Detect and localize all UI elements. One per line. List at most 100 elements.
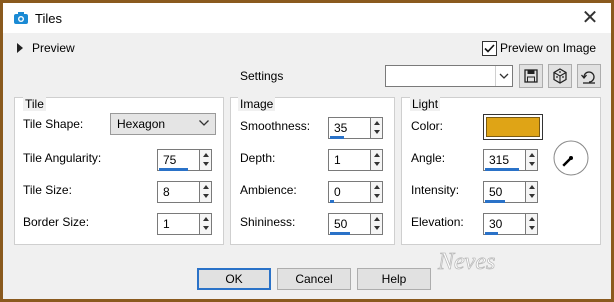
spin-up-icon[interactable] — [374, 217, 380, 221]
border-size-input[interactable]: 1 — [157, 213, 200, 235]
angle-arrows[interactable] — [525, 149, 538, 171]
tile-angularity-input[interactable]: 75 — [157, 149, 200, 171]
smoothness-fill — [330, 136, 344, 139]
spin-up-icon[interactable] — [203, 217, 209, 221]
spin-down-icon[interactable] — [374, 194, 380, 198]
spin-up-icon[interactable] — [374, 185, 380, 189]
border-size-spinner[interactable]: 1 — [157, 213, 212, 235]
tile-shape-dropdown[interactable]: Hexagon — [110, 113, 216, 135]
depth-value: 1 — [334, 153, 341, 167]
intensity-label: Intensity: — [411, 183, 460, 197]
elevation-arrows[interactable] — [525, 213, 538, 235]
reset-icon — [581, 71, 595, 84]
spin-up-icon[interactable] — [374, 121, 380, 125]
spin-down-icon[interactable] — [203, 194, 209, 198]
spin-down-icon[interactable] — [374, 226, 380, 230]
tile-angularity-label: Tile Angularity: — [23, 151, 102, 165]
spin-down-icon[interactable] — [529, 162, 535, 166]
tile-size-spinner[interactable]: 8 — [157, 181, 212, 203]
expand-triangle-icon — [17, 43, 23, 53]
camera-icon — [14, 12, 28, 24]
light-group-label: Light — [410, 97, 441, 111]
settings-label: Settings — [240, 69, 284, 83]
intensity-spinner[interactable]: 50 — [483, 181, 538, 203]
randomize-icon — [553, 68, 567, 84]
tile-angularity-arrows[interactable] — [199, 149, 212, 171]
ambience-input[interactable]: 0 — [328, 181, 371, 203]
preview-label: Preview — [32, 41, 75, 55]
save-preset-button[interactable] — [519, 64, 543, 88]
tile-shape-value: Hexagon — [117, 117, 166, 131]
shininess-spinner[interactable]: 50 — [328, 213, 383, 235]
chevron-down-icon — [199, 120, 209, 126]
shininess-arrows[interactable] — [370, 213, 383, 235]
ambience-value: 0 — [334, 185, 341, 199]
intensity-input[interactable]: 50 — [483, 181, 526, 203]
image-group-label: Image — [238, 97, 276, 111]
close-button[interactable]: ✕ — [571, 5, 609, 31]
title-bar: Tiles ✕ — [3, 3, 611, 33]
angle-fill — [485, 168, 520, 171]
close-icon: ✕ — [581, 7, 599, 29]
border-size-label: Border Size: — [23, 215, 90, 229]
spin-down-icon[interactable] — [374, 162, 380, 166]
ambience-spinner[interactable]: 0 — [328, 181, 383, 203]
light-color-fill — [486, 117, 540, 137]
angle-label: Angle: — [411, 151, 446, 165]
checkmark-icon — [484, 44, 495, 53]
shininess-value: 50 — [334, 217, 348, 231]
intensity-arrows[interactable] — [525, 181, 538, 203]
elevation-input[interactable]: 30 — [483, 213, 526, 235]
spin-up-icon[interactable] — [529, 153, 535, 157]
tile-angularity-spinner[interactable]: 75 — [157, 149, 212, 171]
window-title: Tiles — [35, 11, 62, 26]
settings-dropdown-arrow[interactable] — [495, 66, 512, 86]
help-button[interactable]: Help — [357, 268, 431, 290]
cancel-button[interactable]: Cancel — [277, 268, 351, 290]
svg-text:Neves: Neves — [437, 249, 495, 275]
tile-size-input[interactable]: 8 — [157, 181, 200, 203]
depth-label: Depth: — [240, 151, 276, 165]
smoothness-arrows[interactable] — [370, 117, 383, 139]
randomize-button[interactable] — [548, 64, 572, 88]
angle-input[interactable]: 315 — [483, 149, 526, 171]
tiles-dialog: Tiles ✕ Preview Preview on Image Setting… — [0, 0, 614, 302]
depth-arrows[interactable] — [370, 149, 383, 171]
elevation-label: Elevation: — [411, 215, 464, 229]
spin-up-icon[interactable] — [529, 185, 535, 189]
border-size-arrows[interactable] — [199, 213, 212, 235]
spin-down-icon[interactable] — [203, 162, 209, 166]
elevation-spinner[interactable]: 30 — [483, 213, 538, 235]
smoothness-input[interactable]: 35 — [328, 117, 371, 139]
spin-down-icon[interactable] — [529, 194, 535, 198]
smoothness-value: 35 — [334, 121, 348, 135]
settings-combobox[interactable] — [385, 65, 513, 87]
ambience-arrows[interactable] — [370, 181, 383, 203]
angle-dial[interactable] — [552, 139, 590, 177]
ok-button[interactable]: OK — [197, 268, 271, 290]
tile-size-value: 8 — [163, 185, 170, 199]
save-preset-icon — [524, 69, 538, 83]
spin-down-icon[interactable] — [529, 226, 535, 230]
chevron-down-icon — [499, 73, 509, 79]
depth-input[interactable]: 1 — [328, 149, 371, 171]
spin-up-icon[interactable] — [374, 153, 380, 157]
preview-on-image-checkbox[interactable] — [482, 41, 497, 56]
tile-group-label: Tile — [23, 97, 46, 111]
smoothness-label: Smoothness: — [240, 119, 311, 133]
spin-down-icon[interactable] — [374, 130, 380, 134]
reset-button[interactable] — [577, 64, 601, 88]
spin-down-icon[interactable] — [203, 226, 209, 230]
angle-spinner[interactable]: 315 — [483, 149, 538, 171]
ambience-label: Ambience: — [240, 183, 297, 197]
intensity-fill — [485, 200, 505, 203]
spin-up-icon[interactable] — [203, 153, 209, 157]
ambience-fill — [330, 200, 334, 203]
smoothness-spinner[interactable]: 35 — [328, 117, 383, 139]
spin-up-icon[interactable] — [529, 217, 535, 221]
depth-spinner[interactable]: 1 — [328, 149, 383, 171]
shininess-input[interactable]: 50 — [328, 213, 371, 235]
tile-size-arrows[interactable] — [199, 181, 212, 203]
spin-up-icon[interactable] — [203, 185, 209, 189]
light-color-swatch[interactable] — [483, 114, 543, 140]
